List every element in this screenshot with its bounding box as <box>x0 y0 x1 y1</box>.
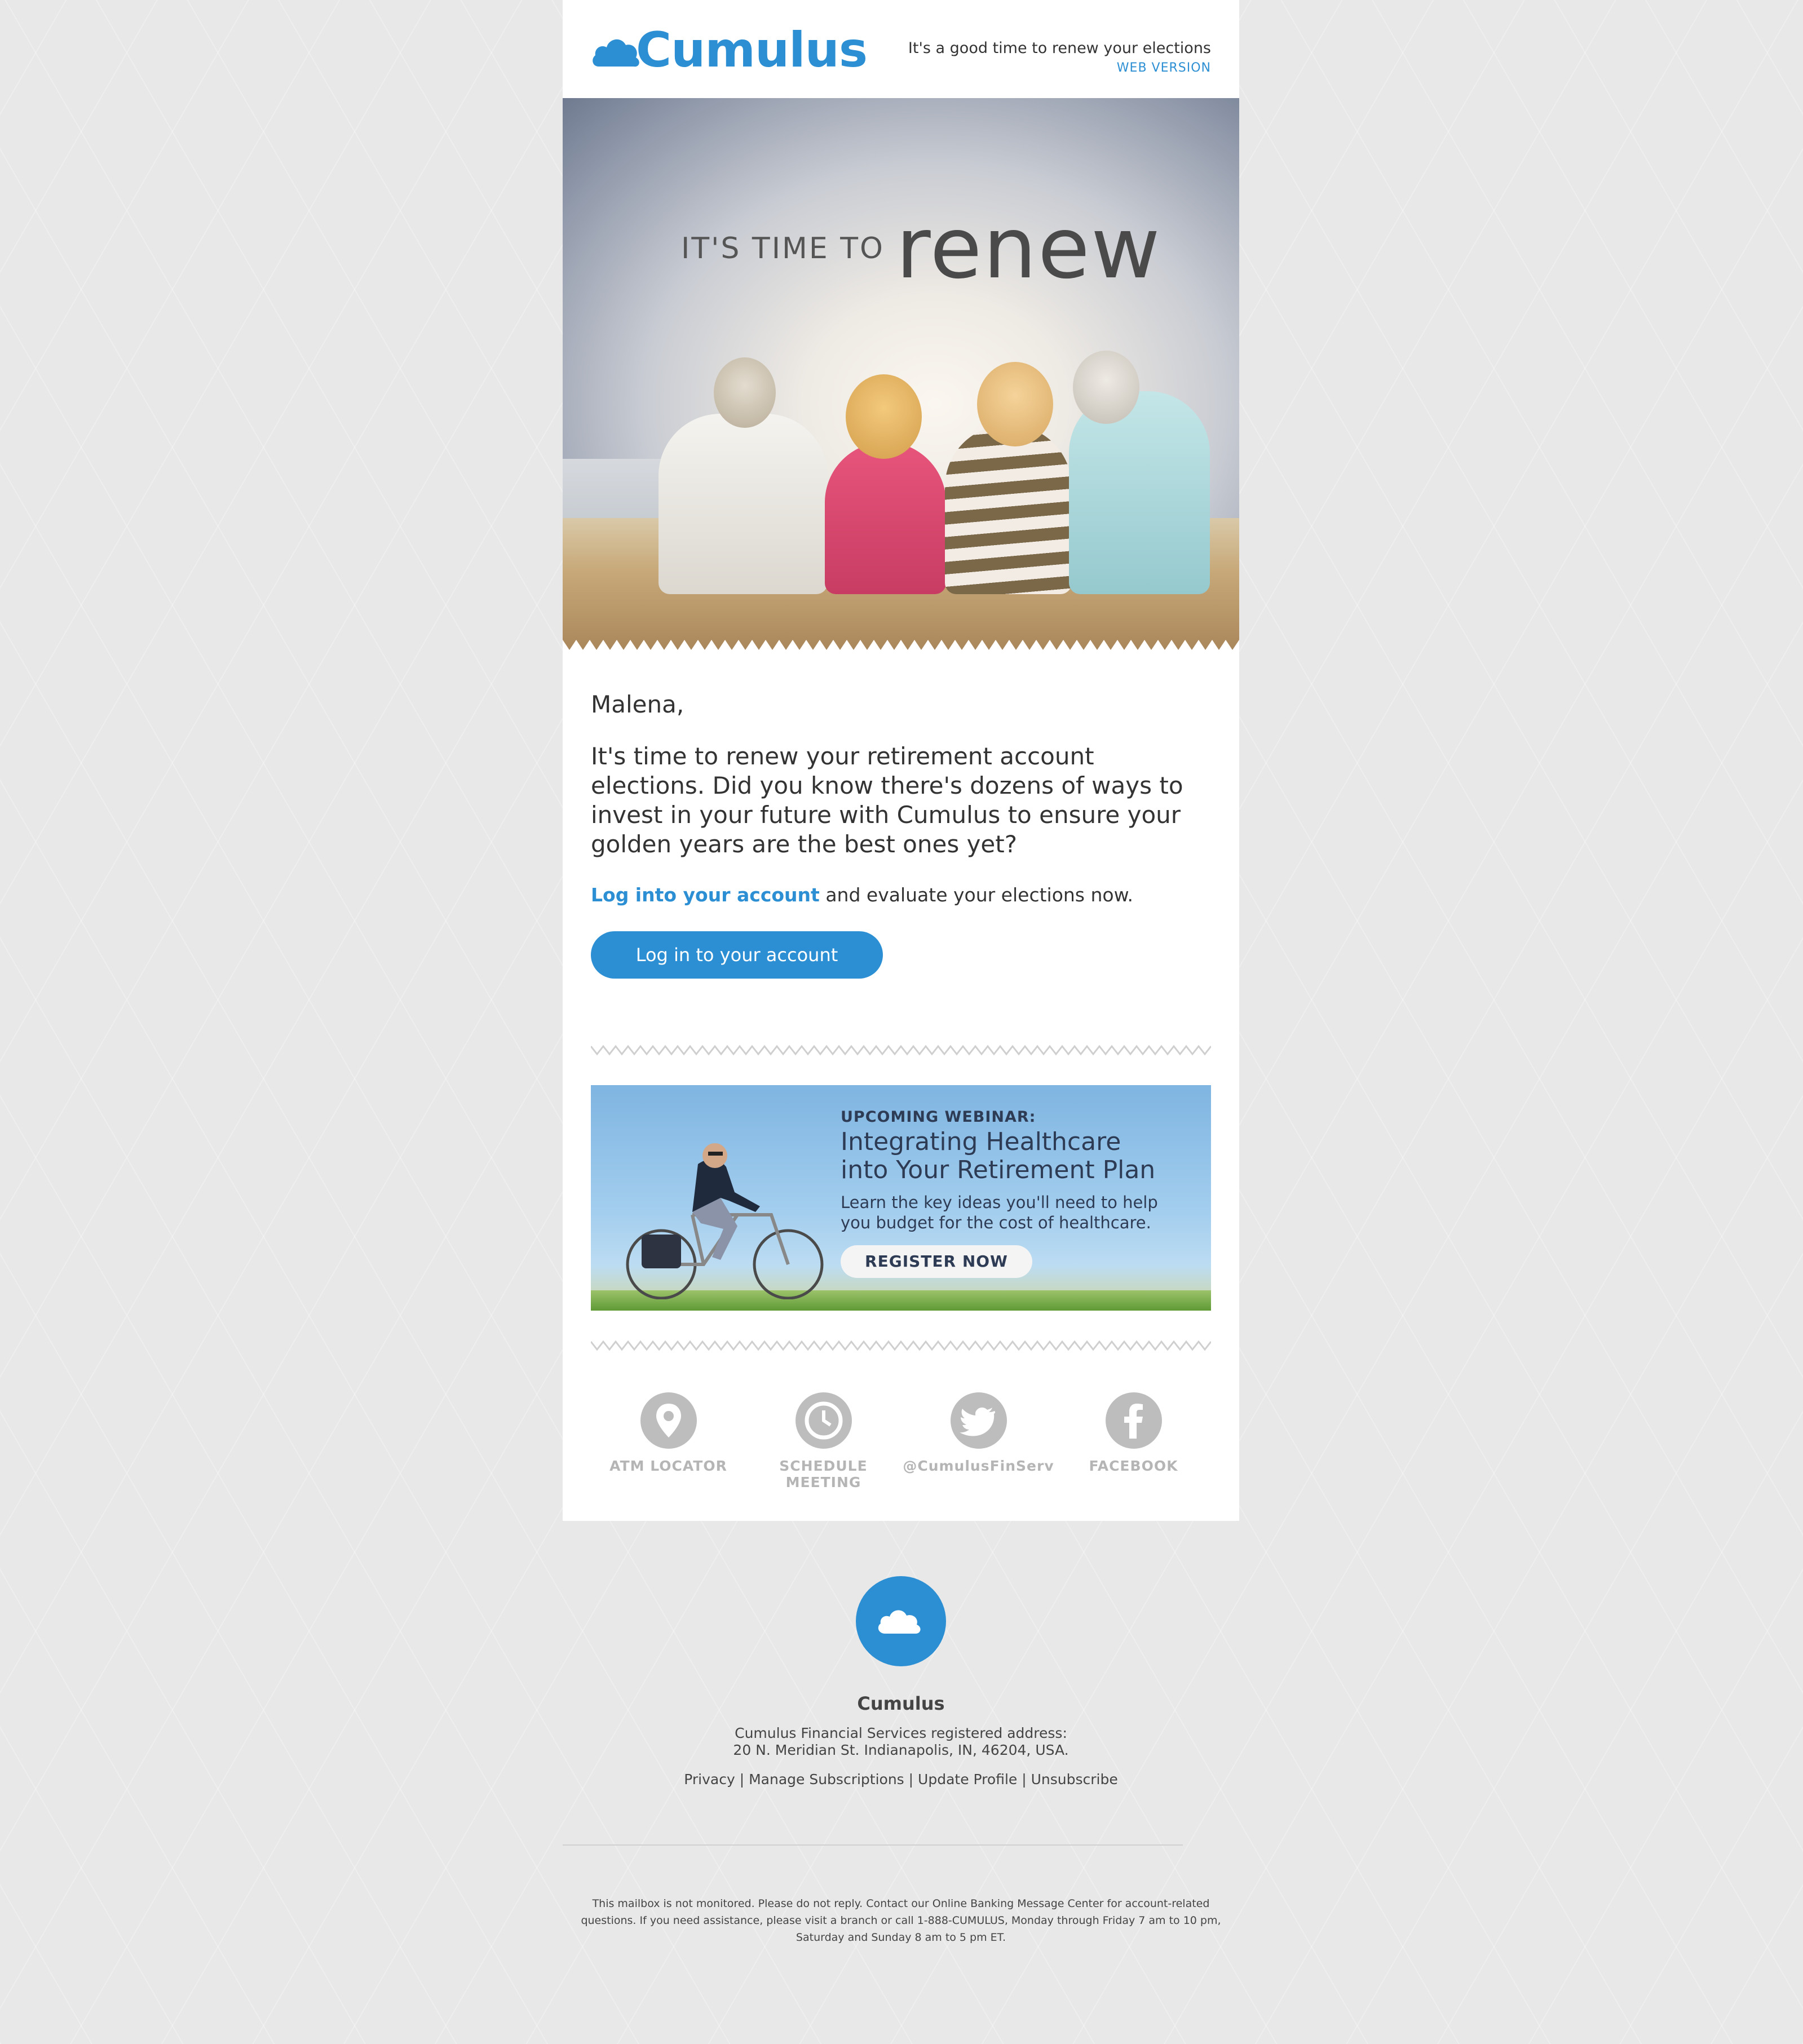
person-head <box>1073 351 1139 424</box>
person-white-shirt <box>659 414 828 594</box>
hero-title: IT'S TIME TO renew <box>681 200 1161 298</box>
social-label: FACEBOOK <box>1089 1458 1178 1474</box>
intro-paragraph: It's time to renew your retirement accou… <box>591 742 1183 858</box>
login-link[interactable]: Log into your account <box>591 884 820 906</box>
disclaimer-line: questions. If you need assistance, pleas… <box>581 1914 1221 1927</box>
disclaimer-line: Saturday and Sunday 8 am to 5 pm ET. <box>796 1931 1006 1944</box>
zigzag-divider <box>591 1340 1211 1351</box>
unsubscribe-link[interactable]: Unsubscribe <box>1031 1771 1118 1788</box>
cumulus-logo[interactable]: Cumulus <box>591 25 868 76</box>
cta-text: and evaluate your elections now. <box>819 884 1134 906</box>
email-footer: Cumulus Cumulus Financial Services regis… <box>563 1576 1239 1788</box>
footer-divider <box>563 1844 1183 1846</box>
social-links: ATM LOCATOR SCHEDULE MEETING @CumulusFin… <box>591 1392 1211 1490</box>
twitter-icon <box>950 1392 1007 1449</box>
footer-links: Privacy | Manage Subscriptions | Update … <box>563 1771 1239 1788</box>
hero-title-big: renew <box>895 200 1161 298</box>
link-separator: | <box>1017 1771 1031 1788</box>
address-line: Cumulus Financial Services registered ad… <box>735 1725 1067 1741</box>
social-label: @CumulusFinServ <box>903 1458 1054 1474</box>
footer-disclaimer: This mailbox is not monitored. Please do… <box>563 1895 1239 1946</box>
hero-image: IT'S TIME TO renew <box>563 98 1239 653</box>
register-now-button[interactable]: REGISTER NOW <box>841 1245 1032 1278</box>
webinar-kicker: UPCOMING WEBINAR: <box>841 1108 1036 1126</box>
schedule-meeting-link[interactable]: SCHEDULE MEETING <box>746 1392 901 1490</box>
person-striped-shirt <box>945 425 1072 594</box>
atm-locator-link[interactable]: ATM LOCATOR <box>591 1392 746 1474</box>
email-card: Cumulus It's a good time to renew your e… <box>563 0 1239 1521</box>
twitter-link[interactable]: @CumulusFinServ <box>901 1392 1056 1474</box>
webinar-body-line2: you budget for the cost of healthcare. <box>841 1213 1151 1232</box>
update-profile-link[interactable]: Update Profile <box>918 1771 1017 1788</box>
person-pink-shirt <box>825 442 946 594</box>
facebook-link[interactable]: FACEBOOK <box>1056 1392 1211 1474</box>
address-line: 20 N. Meridian St. Indianapolis, IN, 462… <box>733 1742 1069 1758</box>
clock-icon <box>795 1392 852 1449</box>
person-head <box>846 374 922 459</box>
webinar-title-line2: into Your Retirement Plan <box>841 1156 1156 1184</box>
person-teal-shirt <box>1069 391 1210 594</box>
social-label: ATM LOCATOR <box>609 1458 727 1474</box>
webinar-banner[interactable]: UPCOMING WEBINAR: Integrating Healthcare… <box>591 1085 1211 1311</box>
email-header: Cumulus It's a good time to renew your e… <box>563 0 1239 98</box>
web-version-link[interactable]: WEB VERSION <box>908 60 1211 77</box>
login-button[interactable]: Log in to your account <box>591 931 883 979</box>
cta-line: Log into your account and evaluate your … <box>591 883 1211 908</box>
manage-subscriptions-link[interactable]: Manage Subscriptions <box>749 1771 904 1788</box>
disclaimer-line: This mailbox is not monitored. Please do… <box>592 1897 1210 1910</box>
webinar-body-line1: Learn the key ideas you'll need to help <box>841 1193 1158 1212</box>
email-body: Malena, It's time to renew your retireme… <box>591 688 1211 979</box>
cloud-icon <box>878 1610 921 1634</box>
hero-zigzag-edge <box>563 640 1239 653</box>
footer-brand: Cumulus <box>857 1693 945 1714</box>
webinar-text: UPCOMING WEBINAR: Integrating Healthcare… <box>841 1108 1201 1278</box>
person-head <box>714 357 776 428</box>
brand-name: Cumulus <box>636 22 868 78</box>
facebook-icon <box>1105 1392 1162 1449</box>
footer-cloud-logo <box>856 1576 946 1666</box>
webinar-title-line1: Integrating Healthcare <box>841 1127 1121 1156</box>
privacy-link[interactable]: Privacy <box>684 1771 735 1788</box>
header-tagline: It's a good time to renew your elections <box>908 39 1211 57</box>
social-label: SCHEDULE MEETING <box>779 1458 868 1490</box>
cloud-logo-icon <box>593 39 639 67</box>
cyclist-illustration <box>626 1143 824 1299</box>
zigzag-divider <box>591 1045 1211 1056</box>
hero-title-small: IT'S TIME TO <box>681 232 885 266</box>
link-separator: | <box>904 1771 918 1788</box>
link-separator: | <box>735 1771 749 1788</box>
header-info: It's a good time to renew your elections… <box>908 37 1211 77</box>
footer-address: Cumulus Financial Services registered ad… <box>563 1725 1239 1759</box>
greeting: Malena, <box>591 691 684 718</box>
map-pin-icon <box>640 1392 697 1449</box>
person-head <box>977 362 1053 446</box>
